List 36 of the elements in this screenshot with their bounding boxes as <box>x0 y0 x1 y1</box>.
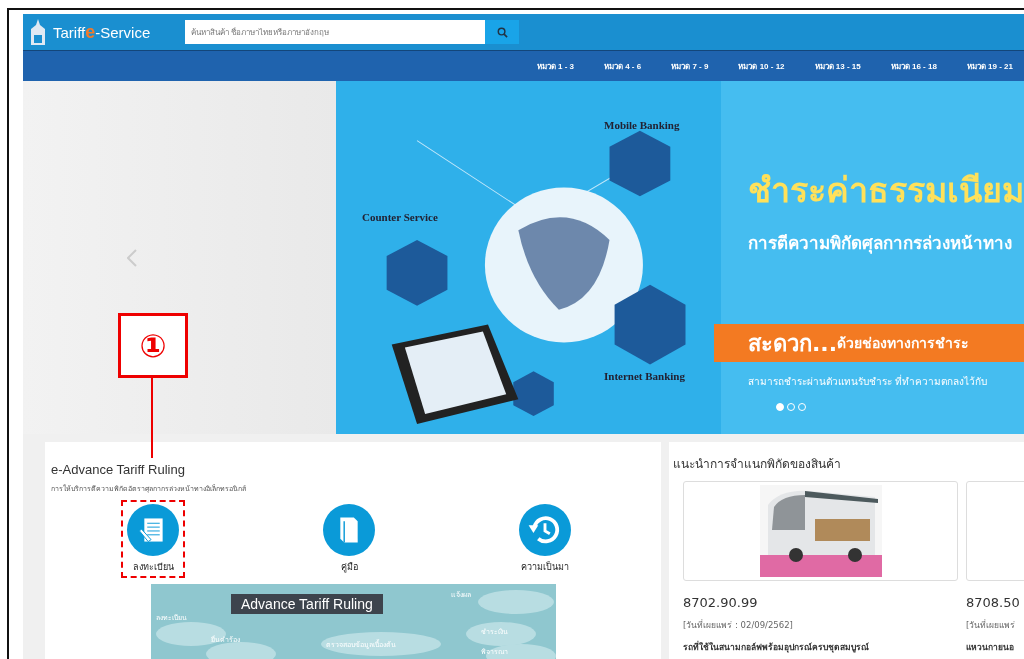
notepad-pen-icon <box>127 504 179 556</box>
nav-link[interactable]: หมวด 16 - 18 <box>890 59 937 73</box>
product-card[interactable] <box>683 481 958 581</box>
banner-label: Mobile Banking <box>604 119 680 131</box>
nav-link[interactable]: หมวด 10 - 12 <box>738 59 785 73</box>
banner-note: สามารถชำระผ่านตัวแทนรับชำระ ที่ทำความตกลงไว้กับ <box>748 374 988 389</box>
nav-link[interactable]: หมวด 4 - 6 <box>603 59 642 73</box>
action-link[interactable]: ความเป็นมา <box>513 500 577 578</box>
banner-label: Counter Service <box>362 211 438 223</box>
product-name[interactable]: แหวนกายนอ <box>966 640 1024 654</box>
logo-text[interactable]: Tariffe-Service <box>53 21 151 43</box>
nav-link[interactable]: หมวด 1 - 3 <box>536 59 574 73</box>
nav-link[interactable]: หมวด 13 - 15 <box>814 59 861 73</box>
banner-label: Internet Banking <box>604 370 685 382</box>
annotation-marker: ① <box>118 313 188 378</box>
publish-date: [วันที่เผยแพร่ <box>966 618 1017 632</box>
infographic-title: Advance Tariff Ruling <box>231 594 383 614</box>
search-button[interactable] <box>485 20 519 44</box>
book-icon <box>323 504 375 556</box>
panel-title: แนะนำการจำแนกพิกัดของสินค้า <box>673 456 842 473</box>
product-name[interactable]: รถที่ใช้ในสนามกอล์ฟพร้อมอุปกรณ์ครบชุดสมบูรณ์ <box>683 640 958 654</box>
building-icon <box>29 19 47 45</box>
action-link[interactable]: คู่มือ <box>317 500 381 578</box>
product-code: 8708.50 <box>966 595 1021 610</box>
banner-strip: สะดวก...ด้วยช่องทางการชำระ <box>714 324 1024 362</box>
nav-link[interactable]: หมวด 7 - 9 <box>671 59 709 73</box>
nav-link[interactable]: หมวด 19 - 21 <box>966 59 1013 73</box>
banner-headline: ชำระค่าธรรมเนียม <box>748 169 1024 212</box>
publish-date: [วันที่เผยแพร่ : 02/09/2562] <box>683 618 794 632</box>
carousel-dot[interactable] <box>776 403 784 411</box>
action-link[interactable]: ลงทะเบียน <box>121 500 185 578</box>
history-icon <box>519 504 571 556</box>
banner-subheadline: การตีความพิกัดศุลกากรล่วงหน้าทาง <box>748 232 1012 256</box>
search-icon <box>496 26 508 38</box>
product-code: 8702.90.99 <box>683 595 759 610</box>
panel-title: e-Advance Tariff Ruling <box>51 462 185 477</box>
